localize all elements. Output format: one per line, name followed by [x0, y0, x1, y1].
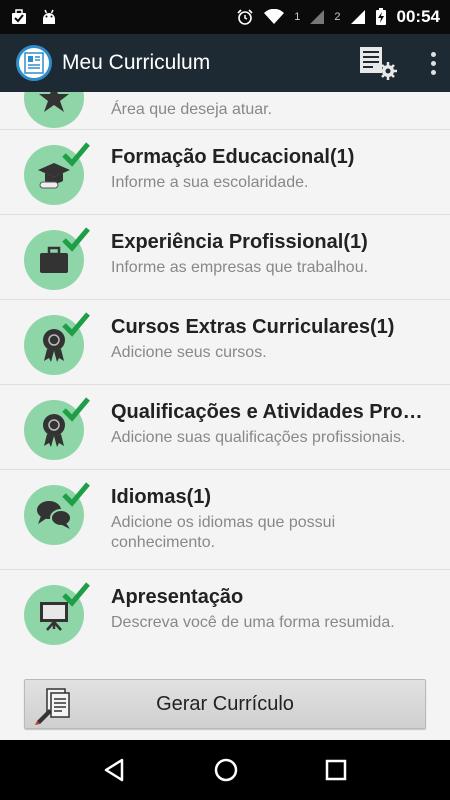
- checkmark-icon: [62, 582, 90, 607]
- icon-circle: [24, 92, 84, 128]
- app-title: Meu Curriculum: [62, 51, 211, 74]
- checkmark-icon: [62, 397, 90, 422]
- list-item-subtitle: Descreva você de uma forma resumida.: [111, 614, 395, 631]
- list-item-apresentacao[interactable]: Apresentação Descreva você de uma forma …: [0, 570, 450, 656]
- app-logo: [16, 45, 52, 81]
- overflow-menu-icon[interactable]: [428, 51, 438, 75]
- android-notification-icon: [43, 9, 55, 24]
- list-item-title: Apresentação: [111, 586, 244, 608]
- list-item-title: Formação Educacional(1): [111, 146, 355, 168]
- list-item-subtitle: Adicione seus cursos.: [111, 344, 267, 361]
- alarm-icon: [237, 9, 253, 25]
- list-item-subtitle: Adicione suas qualificações profissionai…: [111, 429, 406, 446]
- list-item-title: Qualificações e Atividades Pro…: [111, 401, 423, 423]
- sim1-label: 1: [294, 11, 301, 23]
- wifi-icon: [264, 9, 285, 24]
- resume-icon: [24, 52, 44, 74]
- star-icon: [39, 92, 69, 112]
- checkmark-icon: [62, 142, 90, 167]
- back-icon[interactable]: [102, 757, 128, 783]
- generate-resume-button[interactable]: Gerar Currículo: [24, 679, 426, 729]
- list-item-formacao[interactable]: Formação Educacional(1) Informe a sua es…: [0, 130, 450, 215]
- list-item-qualificacoes[interactable]: Qualificações e Atividades Pro… Adicione…: [0, 385, 450, 470]
- recent-apps-icon[interactable]: [324, 758, 348, 782]
- system-nav-bar: [0, 740, 450, 800]
- list-item-subtitle: Adicione os idiomas que possui conhecime…: [111, 514, 336, 551]
- list-item-title: Idiomas(1): [111, 486, 212, 508]
- list-item-subtitle: Informe as empresas que trabalhou.: [111, 259, 369, 276]
- checkmark-icon: [62, 227, 90, 252]
- list-item-subtitle: Informe a sua escolaridade.: [111, 174, 309, 191]
- list-item-idiomas[interactable]: Idiomas(1) Adicione os idiomas que possu…: [0, 470, 450, 570]
- list-item-area[interactable]: Área que deseja atuar.: [0, 92, 450, 130]
- app-bar: Meu Curriculum: [0, 34, 450, 92]
- sim2-label: 2: [334, 11, 341, 23]
- status-bar: 1 2 00:54: [0, 0, 450, 34]
- list-item-title: Experiência Profissional(1): [111, 231, 368, 253]
- list-item-title: Cursos Extras Curriculares(1): [111, 316, 395, 338]
- list-item-experiencia[interactable]: Experiência Profissional(1) Informe as e…: [0, 215, 450, 300]
- signal-sim2-icon: [350, 10, 365, 24]
- generate-resume-label: Gerar Currículo: [156, 692, 294, 715]
- list-item-subtitle: Área que deseja atuar.: [111, 101, 273, 118]
- checkmark-icon: [62, 312, 90, 337]
- bottom-action-area: Gerar Currículo: [0, 657, 450, 740]
- document-settings-icon[interactable]: [358, 45, 398, 81]
- battery-charging-icon: [375, 8, 386, 25]
- list-item-cursos[interactable]: Cursos Extras Curriculares(1) Adicione s…: [0, 300, 450, 385]
- signal-sim1-icon: [310, 10, 325, 24]
- section-list: Área que deseja atuar. Formação Educacio…: [0, 92, 450, 657]
- document-edit-icon: [35, 688, 70, 725]
- briefcase-notification-icon: [12, 9, 26, 24]
- checkmark-icon: [62, 482, 90, 507]
- clock: 00:54: [396, 7, 440, 26]
- home-icon[interactable]: [213, 757, 239, 783]
